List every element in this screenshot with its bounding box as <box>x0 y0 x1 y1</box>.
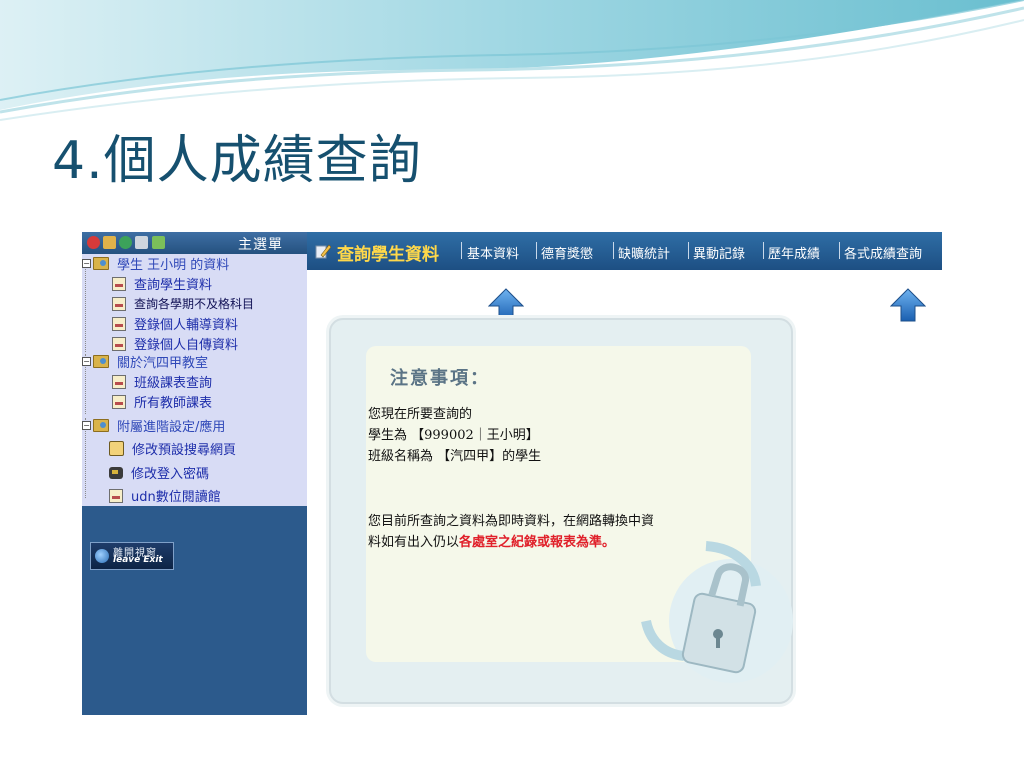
close-icon[interactable] <box>87 236 100 249</box>
computer-icon[interactable] <box>135 236 148 249</box>
menu-item-change-password[interactable]: 修改登入密碼 <box>109 463 209 482</box>
menu-tree: − 學生 王小明 的資料 查詢學生資料 查詢各學期不及格科目 登錄個人輔導資料 … <box>82 254 307 506</box>
notice-line: 您目前所查詢之資料為即時資料，在網路轉換中資 <box>368 514 655 529</box>
notice-line: 班級名稱為 【汽四甲】的學生 <box>368 449 542 464</box>
nav-separator <box>839 242 840 259</box>
tab-merits-demerits[interactable]: 德育獎懲 <box>541 243 593 262</box>
top-nav-bar: 查詢學生資料 基本資料 德育獎懲 缺曠統計 異動記錄 歷年成績 各式成績查詢 <box>307 232 942 270</box>
settings-page-icon <box>109 441 124 456</box>
nav-current-page[interactable]: 查詢學生資料 <box>337 240 439 265</box>
header-wave-decoration <box>0 0 1024 121</box>
document-icon <box>109 488 123 503</box>
up-arrow-icon <box>488 288 524 322</box>
lock-icon <box>641 541 793 683</box>
notice-card: 注意事項： 您現在所要查詢的 學生為 【999002｜王小明】 班級名稱為 【汽… <box>329 318 793 704</box>
menu-item-label: 登錄個人自傳資料 <box>134 338 239 353</box>
tab-absence-stats[interactable]: 缺曠統計 <box>618 243 670 262</box>
collapse-toggle-icon[interactable]: − <box>82 259 91 268</box>
notice-text: 料如有出入仍以 <box>368 535 460 550</box>
document-icon <box>112 276 126 291</box>
tab-grade-queries[interactable]: 各式成績查詢 <box>844 243 922 262</box>
folder-icon <box>93 257 109 270</box>
tree-line <box>85 262 86 352</box>
notice-line: 您現在所要查詢的 <box>368 407 473 422</box>
menu-item-label: 查詢各學期不及格科目 <box>134 297 255 311</box>
collapse-toggle-icon[interactable]: − <box>82 357 91 366</box>
menu-header: 主選單 <box>82 232 307 254</box>
menu-item-label: 登錄個人輔導資料 <box>134 318 239 333</box>
menu-item-autobiography[interactable]: 登錄個人自傳資料 <box>112 334 238 353</box>
home-icon[interactable] <box>103 236 116 249</box>
slide-title: 4.個人成績查詢 <box>52 131 422 191</box>
document-icon <box>112 336 126 351</box>
document-icon <box>112 316 126 331</box>
tab-change-records[interactable]: 異動記錄 <box>693 243 745 262</box>
menu-item-label: 班級課表查詢 <box>134 376 213 391</box>
tree-folder-classroom[interactable]: − 關於汽四甲教室 <box>82 352 208 371</box>
menu-item-teacher-schedule[interactable]: 所有教師課表 <box>112 392 212 411</box>
pencil-icon <box>315 244 331 259</box>
tree-folder-label: 關於汽四甲教室 <box>117 356 209 371</box>
notice-line: 料如有出入仍以各處室之紀錄或報表為準。 <box>368 531 615 550</box>
tree-folder-student[interactable]: − 學生 王小明 的資料 <box>82 254 229 273</box>
menu-item-udn-reading[interactable]: udn數位閱讀館 <box>109 486 221 505</box>
menu-item-query-student[interactable]: 查詢學生資料 <box>112 274 212 293</box>
document-icon <box>112 296 126 311</box>
nav-separator <box>613 242 614 259</box>
menu-item-label: udn數位閱讀館 <box>131 490 221 505</box>
leave-button-label-en: leave Exit <box>113 555 163 565</box>
up-arrow-icon <box>890 288 926 322</box>
leave-exit-button[interactable]: 離開視窗 leave Exit <box>90 542 174 570</box>
nav-separator <box>461 242 462 259</box>
nav-separator <box>763 242 764 259</box>
tab-basic-info[interactable]: 基本資料 <box>467 243 519 262</box>
collapse-toggle-icon[interactable]: − <box>82 421 91 430</box>
globe-icon <box>95 549 109 563</box>
menu-item-label: 查詢學生資料 <box>134 278 213 293</box>
chart-icon[interactable] <box>152 236 165 249</box>
notice-heading: 注意事項： <box>390 368 490 389</box>
notice-panel: 注意事項： 您現在所要查詢的 學生為 【999002｜王小明】 班級名稱為 【汽… <box>366 346 793 683</box>
folder-icon <box>93 419 109 432</box>
tree-folder-label: 學生 王小明 的資料 <box>117 258 230 273</box>
tab-past-grades[interactable]: 歷年成績 <box>768 243 820 262</box>
menu-item-label: 修改登入密碼 <box>131 467 210 482</box>
globe-icon[interactable] <box>119 236 132 249</box>
folder-icon <box>93 355 109 368</box>
nav-separator <box>688 242 689 259</box>
tree-folder-label: 附屬進階設定/應用 <box>117 420 226 435</box>
menu-item-search-page[interactable]: 修改預設搜尋網頁 <box>109 439 236 458</box>
app-screenshot: 主選單 − 學生 王小明 的資料 查詢學生資料 查詢各學期不及格科目 登錄個人輔… <box>82 232 942 715</box>
left-frame: 主選單 − 學生 王小明 的資料 查詢學生資料 查詢各學期不及格科目 登錄個人輔… <box>82 232 307 715</box>
nav-separator <box>536 242 537 259</box>
menu-item-label: 所有教師課表 <box>134 396 213 411</box>
tree-folder-advanced[interactable]: − 附屬進階設定/應用 <box>82 416 225 435</box>
notice-highlight: 各處室之紀錄或報表為準。 <box>459 535 616 550</box>
key-icon <box>109 466 123 479</box>
menu-item-failed-subjects[interactable]: 查詢各學期不及格科目 <box>112 294 254 313</box>
notice-line: 學生為 【999002｜王小明】 <box>368 428 539 443</box>
document-icon <box>112 374 126 389</box>
menu-title: 主選單 <box>238 237 283 253</box>
menu-item-class-schedule[interactable]: 班級課表查詢 <box>112 372 212 391</box>
menu-item-counseling[interactable]: 登錄個人輔導資料 <box>112 314 238 333</box>
menu-item-label: 修改預設搜尋網頁 <box>132 443 237 458</box>
document-icon <box>112 394 126 409</box>
